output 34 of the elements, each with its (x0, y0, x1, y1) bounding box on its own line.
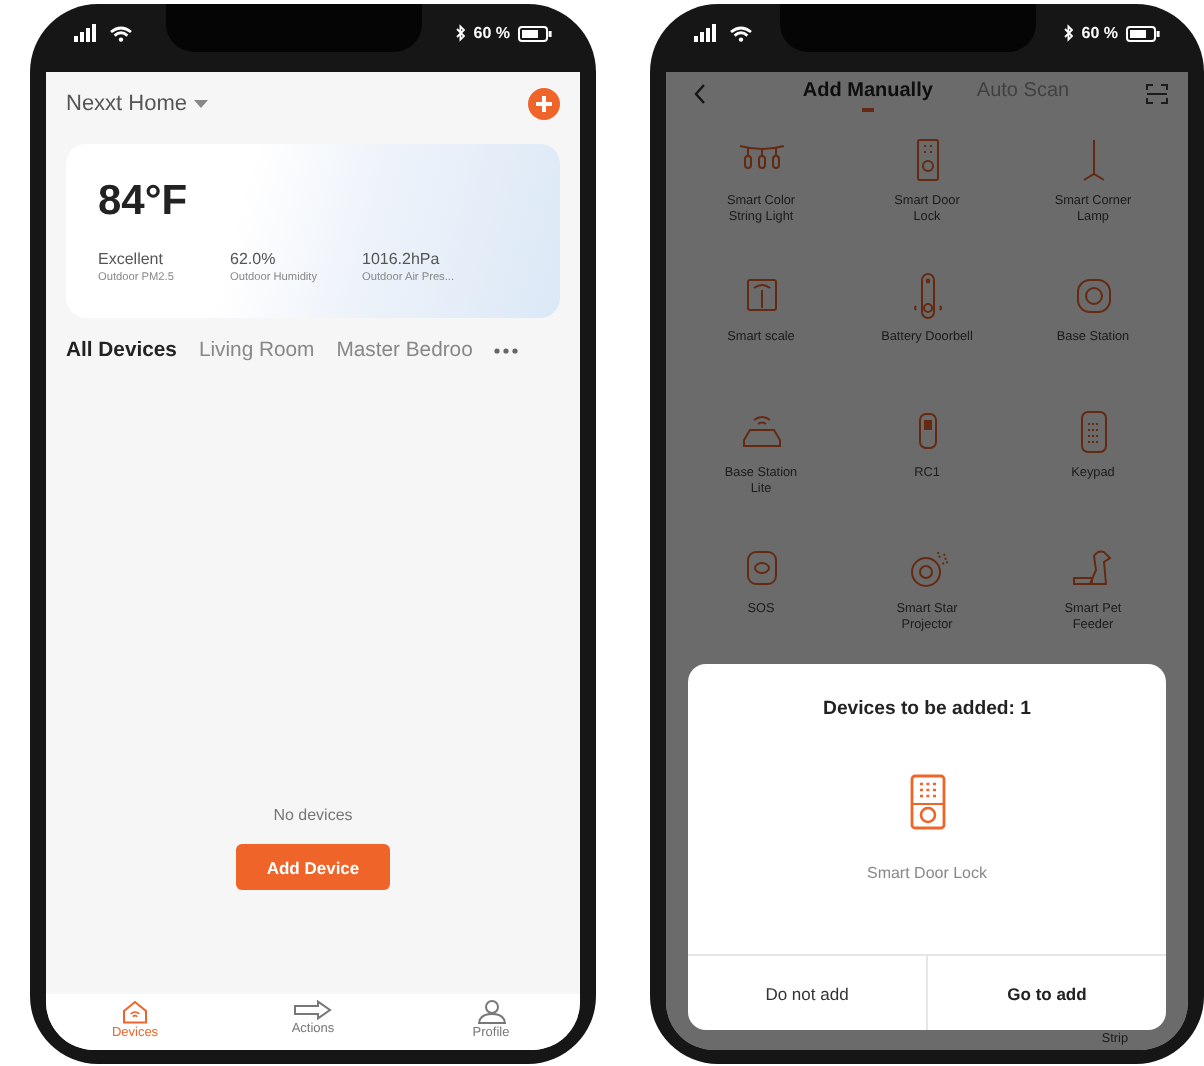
bluetooth-icon (455, 24, 466, 42)
weather-value: 62.0% (230, 250, 276, 268)
go-to-add-button[interactable]: Go to add (926, 956, 1166, 1030)
bluetooth-icon (1063, 24, 1074, 42)
weather-value: 1016.2hPa (362, 250, 440, 268)
door-lock-icon (909, 774, 945, 830)
dialog-title: Devices to be added: 1 (823, 698, 1031, 720)
room-tab[interactable]: Living Room (198, 340, 315, 362)
more-icon[interactable] (494, 348, 519, 354)
arrow-icon (294, 1000, 332, 1020)
battery-icon (517, 25, 552, 41)
room-tab[interactable]: All Devices (66, 340, 177, 362)
signal-icon (74, 24, 98, 42)
battery-icon (1125, 25, 1160, 41)
battery-percent: 60 % (473, 24, 510, 42)
battery-percent: 60 % (1081, 24, 1118, 42)
add-icon[interactable] (528, 88, 560, 120)
home-selector[interactable]: Nexxt Home (66, 92, 208, 116)
wifi-icon (110, 25, 132, 41)
person-icon (477, 1000, 505, 1024)
caret-icon (193, 100, 208, 108)
mode-tab[interactable]: Add Manually (802, 80, 933, 108)
do-not-add-button[interactable]: Do not add (688, 956, 926, 1030)
empty-message: No devices (273, 806, 353, 824)
house-icon (122, 1000, 148, 1024)
back-icon[interactable] (694, 84, 706, 104)
wifi-icon (730, 25, 752, 41)
weather-value: Excellent (98, 250, 163, 268)
signal-icon (694, 24, 718, 42)
temperature: 84°F (98, 178, 188, 226)
scan-icon[interactable] (1146, 84, 1168, 104)
add-device-button[interactable]: Add Device (236, 844, 390, 890)
device-name: Smart Door Lock (866, 864, 988, 882)
room-tab[interactable]: Master Bedroo (336, 340, 473, 362)
